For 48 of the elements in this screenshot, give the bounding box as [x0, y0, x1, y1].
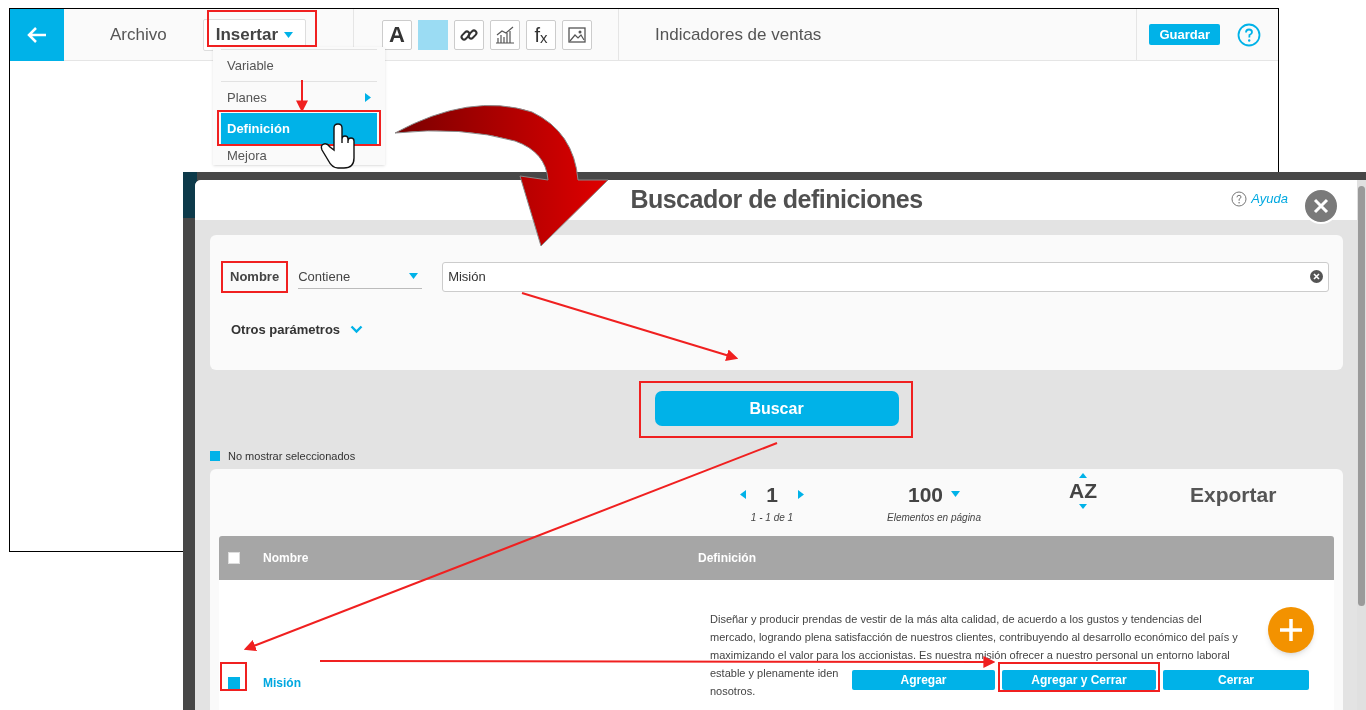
search-input[interactable]: Misión [442, 261, 1329, 292]
plus-icon [1279, 618, 1303, 642]
text-style-button[interactable]: A [382, 19, 412, 50]
page-number: 1 [766, 481, 778, 508]
highlight-frame [220, 662, 247, 691]
submenu-arrow-icon [365, 93, 371, 102]
page-range: 1 - 1 de 1 [750, 511, 794, 525]
select-all-checkbox[interactable] [228, 551, 240, 564]
page-size-label: Elementos en página [887, 511, 981, 525]
next-page-icon[interactable] [797, 489, 804, 499]
export-button[interactable]: Exportar [1190, 478, 1277, 510]
chart-button[interactable] [490, 19, 520, 50]
document-title: Indicadores de ventas [655, 23, 822, 46]
chevron-down-icon [350, 324, 364, 334]
column-header: Definición [698, 549, 756, 567]
definition-text: estable y plenamente iden [710, 665, 839, 681]
link-button[interactable] [454, 19, 484, 50]
sort-toggle[interactable]: AZ [1069, 472, 1097, 509]
menu-item[interactable]: Variable [221, 49, 377, 81]
image-icon [568, 26, 586, 43]
hide-selected-checkbox[interactable]: No mostrar seleccionados [210, 448, 356, 465]
chart-icon [495, 25, 515, 44]
modal-title: Buscador de definiciones [630, 184, 923, 216]
color-swatch[interactable] [418, 19, 448, 50]
definition-text: nosotros. [710, 683, 756, 699]
sort-down-icon [1079, 503, 1087, 509]
clear-icon[interactable] [1310, 270, 1323, 284]
other-params-toggle[interactable]: Otros parámetros [231, 319, 364, 339]
pointer-arrow [296, 79, 308, 113]
help-icon[interactable] [1237, 22, 1261, 47]
formula-button[interactable]: f$_{x}$ [526, 19, 556, 50]
caret-icon [951, 491, 960, 498]
field-label: Nombre [221, 261, 289, 293]
column-header: Nombre [263, 549, 310, 567]
caret-icon [409, 273, 419, 280]
row-checkbox[interactable] [228, 676, 240, 689]
panel-edge [183, 172, 197, 218]
close-icon [1313, 198, 1329, 214]
menu-item[interactable]: Archivo [102, 18, 175, 51]
page-size-select[interactable]: 100 [907, 478, 960, 510]
help-icon[interactable] [1231, 190, 1248, 207]
operator-select[interactable]: Contiene [298, 264, 423, 289]
sort-up-icon [1079, 472, 1087, 478]
arrow-left-icon [26, 25, 48, 44]
caret-icon [284, 31, 294, 38]
back-button[interactable] [10, 8, 64, 61]
previous-page-icon[interactable] [740, 489, 747, 499]
image-button[interactable] [562, 19, 592, 50]
